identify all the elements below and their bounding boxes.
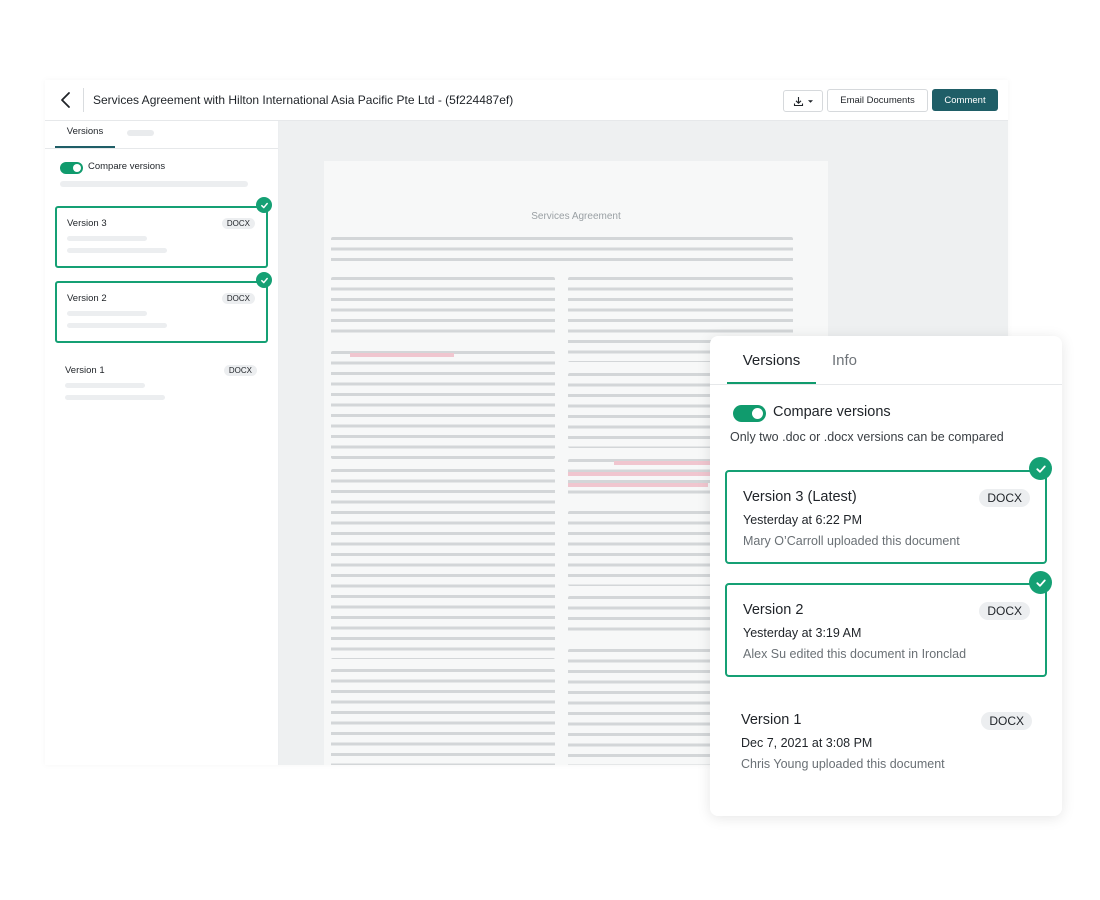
text-block (331, 277, 555, 340)
check-icon (256, 197, 272, 213)
version-author: Mary O’Carroll uploaded this document (743, 534, 960, 548)
tab-placeholder (127, 130, 154, 136)
version-card-2[interactable]: Version 2 DOCX Yesterday at 3:19 AM Alex… (725, 583, 1047, 677)
version-date: Dec 7, 2021 at 3:08 PM (741, 736, 873, 750)
compare-versions-label: Compare versions (88, 161, 166, 172)
file-type-badge: DOCX (221, 293, 255, 304)
tab-versions[interactable]: Versions (55, 121, 115, 148)
version-date: Yesterday at 3:19 AM (743, 626, 862, 640)
version-author: Alex Su edited this document in Ironclad (743, 647, 967, 661)
download-icon (793, 96, 803, 106)
placeholder-line (60, 181, 248, 187)
check-icon (256, 272, 272, 288)
version-card-1[interactable]: Version 1 DOCX Dec 7, 2021 at 3:08 PM Ch… (725, 695, 1047, 789)
back-arrow-icon[interactable] (57, 90, 75, 110)
placeholder-line (67, 323, 167, 328)
check-icon (1029, 457, 1052, 480)
highlight (568, 472, 718, 476)
versions-panel-zoomed: Versions Info Compare versions Only two … (710, 336, 1062, 816)
compare-help-text: Only two .doc or .docx versions can be c… (730, 430, 1004, 444)
caret-down-icon (807, 99, 813, 103)
version-name: Version 2 (743, 602, 804, 618)
version-card-3[interactable]: Version 3 (Latest) DOCX Yesterday at 6:2… (725, 470, 1047, 564)
sidebar-tabs: Versions (45, 121, 278, 149)
tab-info[interactable]: Info (832, 352, 857, 369)
compare-versions-label: Compare versions (773, 404, 891, 420)
document-title: Services Agreement with Hilton Internati… (93, 93, 514, 107)
version-card-3[interactable]: Version 3 DOCX (55, 206, 268, 268)
tab-versions[interactable]: Versions (727, 352, 816, 384)
text-block (331, 351, 555, 459)
comment-button[interactable]: Comment (932, 89, 998, 111)
text-block (331, 469, 555, 659)
highlight (568, 483, 708, 487)
version-card-2[interactable]: Version 2 DOCX (55, 281, 268, 343)
version-author: Chris Young uploaded this document (741, 757, 945, 771)
versions-sidebar: Versions Compare versions Version 3 DOCX… (45, 121, 279, 765)
file-type-badge: DOCX (223, 365, 257, 376)
divider (83, 88, 84, 112)
version-date: Yesterday at 6:22 PM (743, 513, 863, 527)
placeholder-line (65, 383, 145, 388)
version-name: Version 3 (67, 218, 107, 229)
version-name: Version 3 (Latest) (743, 489, 857, 505)
compare-versions-toggle[interactable] (733, 405, 766, 422)
compare-versions-toggle[interactable] (60, 162, 83, 174)
highlight (614, 461, 714, 465)
text-block (331, 669, 555, 765)
top-bar: Services Agreement with Hilton Internati… (45, 80, 1008, 121)
document-heading: Services Agreement (531, 211, 621, 222)
version-name: Version 1 (65, 365, 105, 376)
panel-tabs: Versions Info (710, 336, 1062, 385)
file-type-badge: DOCX (979, 489, 1030, 507)
download-button[interactable] (783, 90, 823, 112)
placeholder-line (67, 236, 147, 241)
version-name: Version 2 (67, 293, 107, 304)
placeholder-line (65, 395, 165, 400)
email-documents-button[interactable]: Email Documents (827, 89, 928, 112)
version-card-1[interactable]: Version 1 DOCX (55, 355, 268, 417)
version-name: Version 1 (741, 712, 802, 728)
file-type-badge: DOCX (979, 602, 1030, 620)
check-icon (1029, 571, 1052, 594)
placeholder-line (67, 311, 147, 316)
highlight (350, 353, 454, 357)
placeholder-line (67, 248, 167, 253)
file-type-badge: DOCX (221, 218, 255, 229)
file-type-badge: DOCX (981, 712, 1032, 730)
text-block (331, 237, 793, 267)
